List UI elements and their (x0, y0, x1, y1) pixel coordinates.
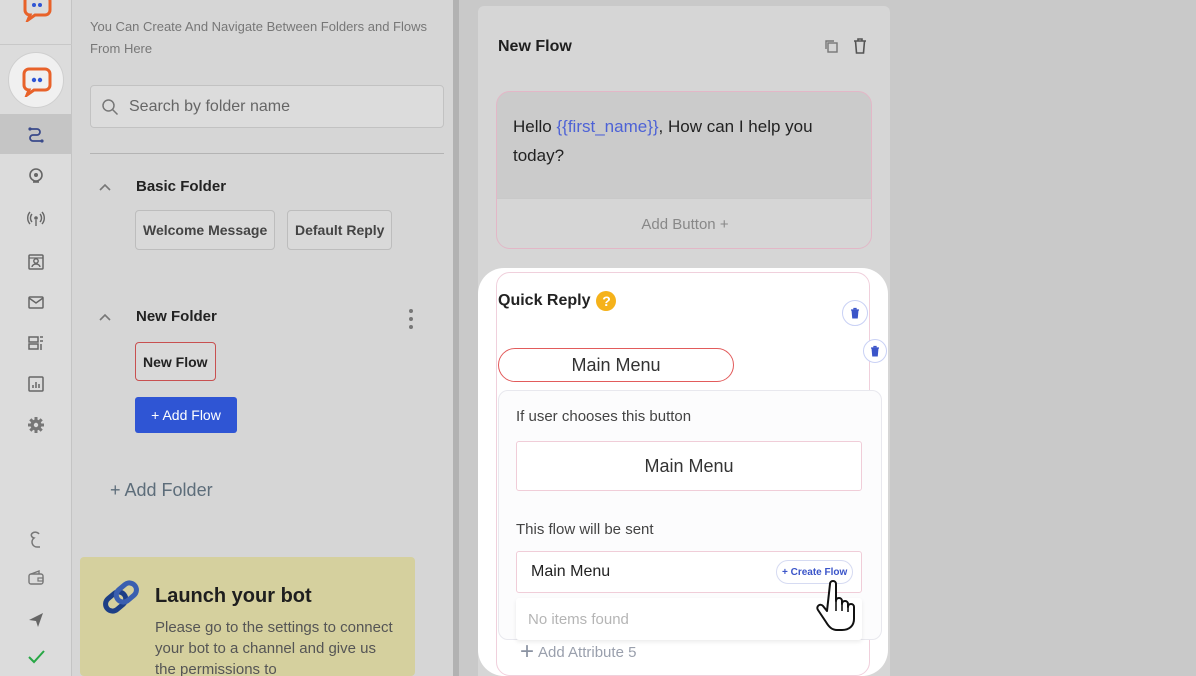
folders-panel: You Can Create And Navigate Between Fold… (72, 0, 453, 676)
icon-rail (0, 0, 72, 676)
flow-title: New Flow (498, 38, 572, 55)
quick-reply-option-pill[interactable]: Main Menu (498, 348, 734, 382)
launch-title: Launch your bot (155, 585, 312, 607)
nav-status[interactable] (0, 636, 72, 676)
analytics-icon (28, 376, 44, 392)
folder-name: Basic Folder (136, 178, 227, 195)
choose-label: If user chooses this button (516, 408, 692, 425)
bot-logo-icon (22, 67, 52, 97)
quick-reply-title: Quick Reply (498, 292, 591, 309)
logo-icon (23, 0, 52, 22)
flow-chip-new-flow[interactable]: New Flow (135, 342, 216, 381)
trash-icon[interactable] (852, 37, 868, 55)
flow-select-input[interactable] (531, 563, 771, 581)
add-attribute-button[interactable]: + Add Attribute 5 (520, 638, 637, 665)
bot-avatar[interactable] (8, 52, 64, 108)
folder-basic-header[interactable]: Basic Folder (90, 178, 226, 195)
nav-language[interactable] (0, 520, 72, 560)
panel-divider (90, 153, 444, 154)
templates-icon (28, 336, 43, 350)
nav-broadcast[interactable] (0, 198, 72, 238)
flows-icon (28, 127, 44, 143)
folder-menu-icon[interactable] (406, 306, 416, 332)
nav-send[interactable] (0, 600, 72, 640)
language-icon (30, 531, 40, 548)
flow-dropdown-empty: No items found (516, 598, 862, 640)
add-button[interactable]: Add Button + (497, 198, 871, 248)
nav-analytics[interactable] (0, 364, 72, 404)
mail-icon (28, 296, 44, 309)
delete-option-button[interactable] (863, 339, 887, 363)
settings-icon (28, 417, 44, 433)
add-flow-button[interactable]: + Add Flow (135, 397, 237, 433)
plus-icon: + (520, 638, 535, 665)
flow-chip-welcome[interactable]: Welcome Message (135, 210, 276, 250)
copy-icon[interactable] (823, 38, 839, 54)
folder-name: New Folder (136, 308, 217, 325)
rail-divider (0, 44, 72, 45)
send-icon (29, 613, 43, 627)
sent-label: This flow will be sent (516, 521, 654, 538)
nav-ai[interactable] (0, 156, 72, 196)
message-bubble[interactable]: Hello {{first_name}}, How can I help you… (496, 91, 872, 249)
nav-settings[interactable] (0, 405, 72, 445)
search-icon (102, 98, 119, 115)
nav-contacts[interactable] (0, 242, 72, 282)
chevron-up-icon[interactable] (90, 182, 120, 192)
ai-icon (29, 168, 43, 183)
panel-splitter[interactable] (453, 0, 459, 676)
folder-new-header[interactable]: New Folder (90, 308, 217, 325)
launch-bot-banner: Launch your bot Please go to the setting… (80, 557, 415, 676)
trash-icon (871, 345, 879, 357)
add-folder-button[interactable]: + Add Folder (110, 480, 213, 501)
nav-mail[interactable] (0, 282, 72, 322)
quick-reply-header: Quick Reply ? (498, 291, 617, 311)
message-text[interactable]: Hello {{first_name}}, How can I help you… (513, 112, 853, 170)
chevron-up-icon[interactable] (90, 312, 120, 322)
contacts-icon (28, 254, 44, 270)
nav-wallet[interactable] (0, 558, 72, 598)
button-name-field[interactable]: Main Menu (516, 441, 862, 491)
wallet-icon (28, 569, 44, 585)
flow-chip-default-reply[interactable]: Default Reply (287, 210, 393, 250)
link-icon (103, 580, 139, 614)
hand-cursor-icon (816, 580, 855, 631)
broadcast-icon (27, 211, 45, 226)
check-icon (28, 650, 45, 664)
nav-templates[interactable] (0, 323, 72, 363)
launch-body: Please go to the settings to connect you… (155, 619, 393, 676)
help-icon[interactable]: ? (596, 291, 617, 311)
add-attribute-label: Add Attribute 5 (538, 643, 637, 661)
message-variable: {{first_name}} (556, 117, 659, 136)
delete-quick-reply-button[interactable] (842, 300, 868, 326)
nav-flows[interactable] (0, 114, 72, 154)
folders-hint: You Can Create And Navigate Between Fold… (90, 19, 427, 56)
message-prefix: Hello (513, 117, 557, 136)
trash-icon (851, 307, 859, 319)
search-input[interactable] (129, 97, 429, 116)
folder-search[interactable] (90, 85, 444, 128)
